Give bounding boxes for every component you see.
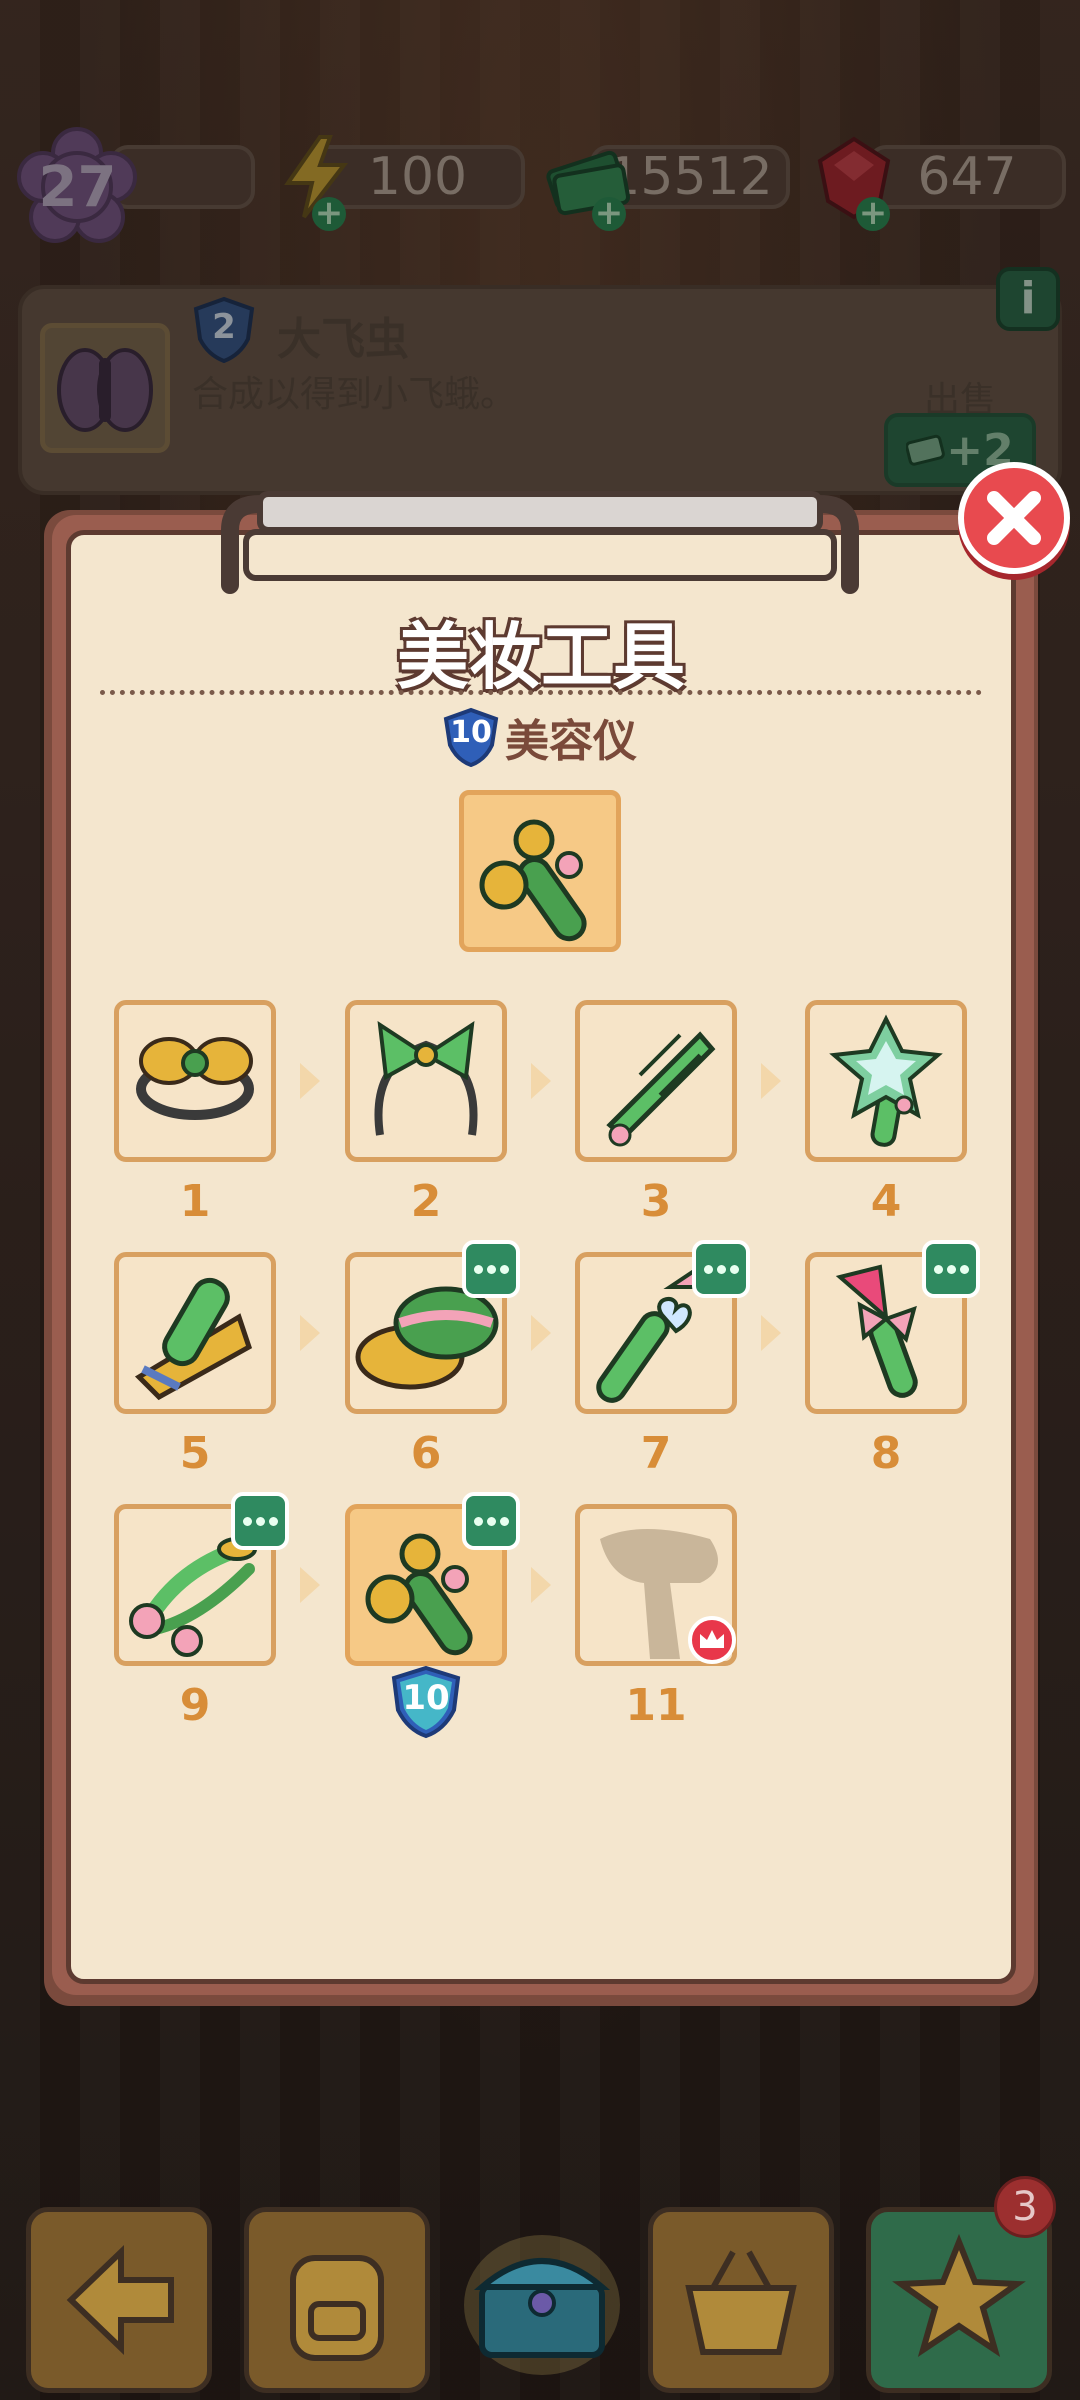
star-icon [892, 2233, 1026, 2358]
chevron-right-icon [761, 1315, 781, 1351]
item-tile-4[interactable] [805, 1000, 967, 1162]
item-tile-1[interactable] [114, 1000, 276, 1162]
item-number: 11 [625, 1680, 687, 1731]
item-number: 6 [410, 1428, 442, 1479]
item-number: 2 [410, 1176, 442, 1227]
more-options-badge[interactable] [231, 1492, 289, 1550]
more-options-badge[interactable] [922, 1240, 980, 1298]
backpack-button[interactable] [244, 2207, 430, 2393]
item-number: 1 [179, 1176, 211, 1227]
more-options-badge[interactable] [692, 1240, 750, 1298]
item-number: 5 [179, 1428, 211, 1479]
item-number: 8 [870, 1428, 902, 1479]
current-level-badge: 10 [390, 1664, 462, 1740]
item-number: 9 [179, 1680, 211, 1731]
close-button[interactable] [958, 462, 1070, 574]
selected-item-heading: 10 美容仪 [0, 702, 1080, 772]
star-mirror-icon [829, 1014, 943, 1147]
selected-level: 10 [450, 715, 492, 750]
title-divider [100, 690, 982, 695]
comb-icon [606, 1031, 716, 1147]
selected-item-preview [459, 790, 621, 952]
item-tile-5[interactable] [114, 1252, 276, 1414]
basket-icon [685, 2250, 797, 2355]
chevron-right-icon [531, 1063, 551, 1099]
backpack-icon [290, 2255, 384, 2361]
level-shield-icon: 10 [443, 707, 499, 768]
notification-count-badge: 3 [994, 2176, 1056, 2238]
shop-basket-button[interactable] [648, 2207, 834, 2393]
selected-item-name: 美容仪 [505, 716, 637, 767]
crown-icon [688, 1616, 736, 1664]
chevron-right-icon [531, 1567, 551, 1603]
chevron-right-icon [300, 1063, 320, 1099]
current-level-value: 10 [402, 1678, 450, 1718]
hair-straightener-icon [134, 1277, 253, 1401]
chevron-right-icon [761, 1063, 781, 1099]
more-options-badge[interactable] [462, 1492, 520, 1550]
chevron-right-icon [300, 1567, 320, 1603]
back-button[interactable] [26, 2207, 212, 2393]
close-icon [987, 491, 1041, 545]
bow-headband-icon [374, 1020, 478, 1136]
bottom-toolbar [0, 2195, 1080, 2400]
item-number: 7 [640, 1428, 672, 1479]
facial-roller-icon [479, 819, 587, 942]
item-tile-2[interactable] [345, 1000, 507, 1162]
item-tile-3[interactable] [575, 1000, 737, 1162]
chevron-right-icon [531, 1315, 551, 1351]
panel-title: 美妆工具 [396, 615, 685, 699]
hair-clip-icon [136, 1037, 254, 1120]
item-number: 3 [640, 1176, 672, 1227]
more-options-badge[interactable] [462, 1240, 520, 1298]
arrow-left-icon [66, 2244, 174, 2356]
chevron-right-icon [300, 1315, 320, 1351]
treasure-chest-icon[interactable] [462, 2195, 622, 2395]
item-number: 4 [870, 1176, 902, 1227]
clipboard-clip-icon [221, 491, 859, 594]
